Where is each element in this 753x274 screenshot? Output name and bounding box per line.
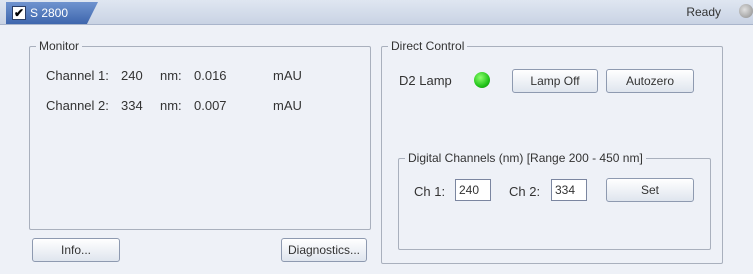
lamp-label: D2 Lamp [399,73,452,88]
ch2-label: Ch 2: [509,184,541,199]
direct-control-title: Direct Control [388,39,468,53]
status-indicator-icon [739,4,753,18]
channel-wavelength: 240 [121,68,143,83]
status-text: Ready [686,5,721,19]
ch2-input[interactable] [551,179,587,201]
instrument-tab[interactable]: ✔ S 2800 [6,2,98,24]
channel-wavelength: 334 [121,98,143,113]
lamp-status-icon [474,72,490,88]
instrument-name: S 2800 [30,6,69,20]
digital-channels-title: Digital Channels (nm) [Range 200 - 450 n… [405,151,646,165]
instrument-panel: ✔ S 2800 Ready Monitor Channel 1: 240 nm… [0,0,753,274]
channel-label: Channel 2: [46,98,109,113]
set-button[interactable]: Set [606,178,694,202]
channel-label: Channel 1: [46,68,109,83]
channel-value: 0.016 [194,68,227,83]
lamp-off-button[interactable]: Lamp Off [512,69,598,93]
diagnostics-button[interactable]: Diagnostics... [281,238,367,262]
channel-wl-unit: nm: [160,68,182,83]
monitor-title: Monitor [36,39,83,53]
channel-value: 0.007 [194,98,227,113]
autozero-button[interactable]: Autozero [606,69,694,93]
enable-checkbox[interactable]: ✔ [12,6,26,20]
digital-channels-group: Digital Channels (nm) [Range 200 - 450 n… [398,151,711,250]
info-button[interactable]: Info... [32,238,120,262]
ch1-label: Ch 1: [414,184,446,199]
channel-wl-unit: nm: [160,98,182,113]
title-bar: ✔ S 2800 Ready [0,0,753,25]
ch1-input[interactable] [455,179,491,201]
channel-unit: mAU [273,68,302,83]
channel-unit: mAU [273,98,302,113]
